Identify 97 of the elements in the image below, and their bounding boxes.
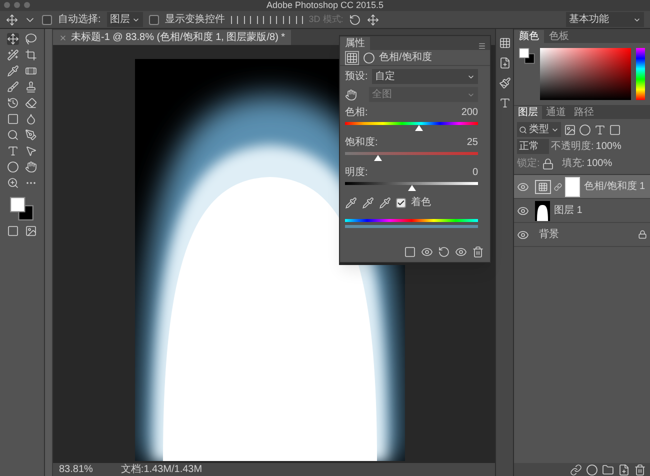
hand-icon[interactable] [345, 88, 357, 100]
adjustment-icon[interactable] [345, 50, 359, 64]
eraser-tool-icon[interactable] [25, 97, 37, 109]
shape-filter-icon[interactable] [609, 124, 621, 136]
move-tool-icon[interactable] [6, 14, 18, 26]
close-icon[interactable] [59, 34, 67, 42]
window-title: Adobe Photoshop CC 2015.5 [266, 1, 384, 10]
lasso-tool-icon[interactable] [25, 33, 37, 45]
adjustment-thumbnail-icon [535, 180, 551, 194]
properties-panel-icon[interactable] [498, 37, 510, 49]
stamp-tool-icon[interactable] [25, 81, 37, 93]
panel-tab[interactable]: 图层 [514, 106, 542, 119]
delete-icon[interactable] [634, 464, 646, 476]
checkbox[interactable] [148, 14, 159, 24]
colorize-label: 着色 [411, 196, 431, 210]
layer-thumbnail [535, 200, 550, 220]
layer-row[interactable]: 图层 1 [514, 199, 650, 223]
visibility-icon[interactable] [517, 180, 529, 192]
preset-dropdown[interactable]: 自定 [372, 69, 478, 84]
reset-icon[interactable] [438, 246, 450, 258]
bandage-tool-icon[interactable] [25, 65, 37, 77]
crop-tool-icon[interactable] [25, 49, 37, 61]
slider-label: 色相: [345, 106, 368, 120]
hue-strip[interactable] [636, 48, 645, 100]
panel-title: 色相/饱和度 [379, 50, 432, 65]
opacity-value[interactable]: 100% [596, 139, 622, 154]
type-tool-icon[interactable] [7, 145, 19, 157]
panel-tab[interactable]: 色板 [544, 30, 574, 43]
delete-icon[interactable] [472, 246, 484, 258]
screen-mode-icon[interactable] [25, 225, 37, 237]
fill-value[interactable]: 100% [586, 156, 612, 171]
layer-comps-icon[interactable] [498, 57, 510, 69]
panel-tab[interactable]: 通道 [542, 106, 570, 119]
visibility-icon[interactable] [517, 228, 529, 240]
lock-label: 锁定: [517, 156, 540, 171]
layer-name: 图层 1 [554, 204, 584, 218]
history-brush-icon[interactable] [7, 97, 19, 109]
link-icon [554, 182, 562, 190]
slider-value[interactable]: 25 [466, 135, 478, 150]
add-eyedropper-icon[interactable] [362, 196, 374, 208]
layer-name: 色相/饱和度 1 [584, 180, 646, 194]
mask-thumbnail [565, 176, 580, 196]
fill-label: 填充: [562, 156, 585, 171]
brush-tool-icon[interactable] [7, 81, 19, 93]
pixel-filter-icon[interactable] [564, 124, 576, 136]
shape-tool-icon[interactable] [7, 161, 19, 173]
panel-tab[interactable]: 路径 [570, 106, 598, 119]
slider-label: 饱和度: [345, 136, 378, 150]
document-size: 文档:1.43M/1.43M [120, 462, 202, 476]
opacity-label: 不透明度: [551, 140, 594, 154]
move-tool-icon[interactable] [7, 33, 19, 45]
panel-tab[interactable]: 颜色 [514, 30, 544, 43]
layer-row[interactable]: 背景 [514, 223, 650, 247]
checkbox[interactable] [42, 14, 52, 24]
visibility-icon[interactable] [455, 246, 467, 258]
color-field[interactable] [540, 48, 631, 100]
zoom-tool-icon[interactable] [7, 177, 19, 189]
filter-dropdown[interactable]: 类型 [517, 122, 561, 137]
folder-icon[interactable] [602, 464, 614, 476]
slider-value[interactable]: 200 [461, 105, 478, 120]
brush-panel-icon[interactable] [498, 77, 510, 89]
slider-thumb[interactable] [374, 155, 382, 161]
wand-tool-icon[interactable] [7, 49, 19, 61]
rotate-3d-icon[interactable] [349, 14, 362, 26]
type-filter-icon[interactable] [594, 124, 606, 136]
color-swatches-icon[interactable] [10, 197, 34, 221]
character-icon[interactable] [498, 97, 510, 109]
slider-thumb[interactable] [415, 125, 424, 131]
show-transform-label: 显示变换控件 [164, 12, 225, 27]
hand-tool-icon[interactable] [25, 161, 37, 173]
slider-label: 明度: [345, 166, 368, 180]
zoom-level: 83.81% [59, 463, 93, 476]
link-layers-icon[interactable] [570, 464, 582, 476]
blend-mode-dropdown[interactable]: 正常 [517, 139, 549, 154]
preset-label: 预设: [345, 70, 368, 84]
slider-thumb[interactable] [408, 185, 416, 191]
pointer-tool-icon[interactable] [25, 145, 37, 157]
lock-icon[interactable] [542, 158, 554, 170]
target-dropdown[interactable]: 图层 [106, 12, 143, 27]
color-swatches-icon[interactable] [519, 48, 535, 64]
eyedropper-icon[interactable] [345, 196, 357, 208]
checkbox[interactable] [396, 198, 406, 208]
pan-3d-icon[interactable] [367, 14, 380, 26]
workspace-dropdown[interactable]: 基本功能 [566, 12, 644, 27]
search-icon [519, 126, 527, 134]
panel-menu-icon[interactable] [478, 42, 486, 50]
auto-select-label: 自动选择: [58, 12, 101, 27]
layer-name: 背景 [539, 228, 560, 242]
slider-value[interactable]: 0 [472, 165, 478, 180]
subtract-eyedropper-icon[interactable] [379, 196, 391, 208]
blur-tool-icon[interactable] [25, 113, 37, 125]
pen-tool-icon[interactable] [25, 129, 37, 141]
eyedropper-tool-icon[interactable] [7, 65, 19, 77]
new-layer-icon[interactable] [618, 464, 630, 476]
visibility-icon[interactable] [517, 204, 529, 216]
layer-row[interactable]: 色相/饱和度 1 [514, 175, 650, 199]
properties-tab[interactable]: 属性 [340, 37, 370, 50]
